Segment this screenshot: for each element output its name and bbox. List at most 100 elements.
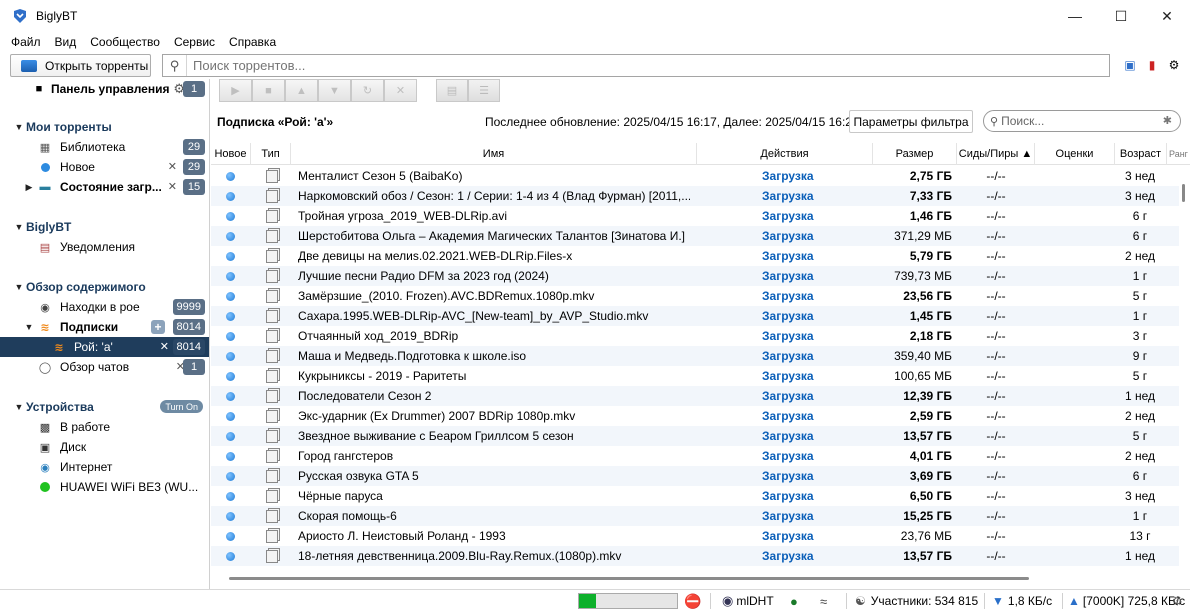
dht-status[interactable]: ◉ mlDHT [722, 590, 774, 611]
table-row[interactable]: Сахара.1995.WEB-DLRip-AVC_[New-team]_by_… [211, 306, 1179, 326]
torrent-name[interactable]: Русская озвука GTA 5 [298, 466, 690, 486]
column-rank[interactable]: Ранг [1167, 143, 1190, 165]
torrent-name[interactable]: Маша и Медведь.Подготовка к школе.iso [298, 346, 690, 366]
collapse-arrow-icon[interactable]: ▼ [14, 122, 24, 132]
torrent-name[interactable]: Звездное выживание с Беаром Гриллсом 5 с… [298, 426, 690, 446]
wifi-icon[interactable]: ≈ [820, 590, 827, 611]
torrent-name[interactable]: Отчаянный ход_2019_BDRip [298, 326, 690, 346]
table-row[interactable]: Маша и Медведь.Подготовка к школе.iso Заг… [211, 346, 1179, 366]
torrent-name[interactable]: 18-летняя девственница.2009.Blu-Ray.Remu… [298, 546, 690, 566]
download-action-link[interactable]: Загрузка [762, 226, 852, 246]
close-icon[interactable]: ✕ [168, 180, 177, 193]
turn-on-button[interactable]: Turn On [160, 400, 203, 413]
sidebar-item-chats[interactable]: ◯ Обзор чатов ✕ 1 [0, 357, 209, 377]
download-action-link[interactable]: Загрузка [762, 386, 852, 406]
scrollbar-thumb[interactable] [1182, 184, 1185, 202]
table-row[interactable]: Кукрыниксы - 2019 - Раритеты Загрузка 100,… [211, 366, 1179, 386]
status-settings-icon[interactable]: ⚙ [1172, 590, 1183, 611]
torrent-name[interactable]: Две девицы на мелиs.02.2021.WEB-DLRip.Fi… [298, 246, 690, 266]
table-row[interactable]: Лучшие песни Радио DFM за 2023 год (2024… [211, 266, 1179, 286]
download-action-link[interactable]: Загрузка [762, 286, 852, 306]
table-row[interactable]: Менталист Сезон 5 (BaibaKo) Загрузка 2,75 … [211, 166, 1179, 186]
download-action-link[interactable]: Загрузка [762, 466, 852, 486]
torrent-name[interactable]: Шерстобитова Ольга – Академия Магических… [298, 226, 690, 246]
column-seeds-peers[interactable]: Сиды/Пиры ▲ [957, 143, 1035, 165]
table-row[interactable]: Чёрные паруса Загрузка 6,50 ГБ --/-- 3 нед [211, 486, 1179, 506]
torrent-name[interactable]: Ариосто Л. Неистовый Роланд - 1993 [298, 526, 690, 546]
table-row[interactable]: 18-летняя девственница.2009.Blu-Ray.Remu… [211, 546, 1179, 566]
menu-tools[interactable]: Сервис [167, 35, 222, 49]
open-torrents-button[interactable]: Открыть торренты [10, 54, 151, 77]
table-row[interactable]: Русская озвука GTA 5 Загрузка 3,69 ГБ --/--… [211, 466, 1179, 486]
close-icon[interactable]: ✕ [160, 340, 169, 353]
torrent-name[interactable]: Наркомовский обоз / Сезон: 1 / Серии: 1-… [298, 186, 690, 206]
sidebar-item-dashboard[interactable]: ■ Панель управления ⚙ 1 [0, 79, 209, 99]
minimize-button[interactable]: — [1052, 0, 1098, 32]
view-list-icon[interactable]: ☰ [468, 79, 500, 102]
sidebar-section-biglybt[interactable]: ▼ BiglyBT [0, 217, 209, 237]
stats-icon[interactable]: ▮ [1144, 57, 1160, 73]
close-button[interactable]: ✕ [1144, 0, 1190, 32]
sidebar-item-wifi-device[interactable]: HUAWEI WiFi BE3 (WU... [0, 477, 209, 497]
table-row[interactable]: Звездное выживание с Беаром Гриллсом 5 с… [211, 426, 1179, 446]
table-row[interactable]: Замёрзшие_(2010. Frozen).AVC.BDRemux.108… [211, 286, 1179, 306]
column-type[interactable]: Тип [251, 143, 291, 165]
peers-status[interactable]: ☯ Участники: 534 815 [855, 590, 978, 611]
stop-icon[interactable]: ■ [252, 79, 285, 102]
table-row[interactable]: Тройная угроза_2019_WEB-DLRip.avi Загрузк… [211, 206, 1179, 226]
torrent-name[interactable]: Менталист Сезон 5 (BaibaKo) [298, 166, 690, 186]
menu-file[interactable]: Файл [4, 35, 48, 49]
move-down-icon[interactable]: ▼ [318, 79, 351, 102]
collapse-arrow-icon[interactable]: ▼ [14, 282, 24, 292]
clear-filter-icon[interactable]: ✱ [1163, 114, 1172, 127]
torrent-name[interactable]: Скорая помощь-6 [298, 506, 690, 526]
column-ratings[interactable]: Оценки [1035, 143, 1115, 165]
torrent-name[interactable]: Город гангстеров [298, 446, 690, 466]
torrent-name[interactable]: Чёрные паруса [298, 486, 690, 506]
torrent-name[interactable]: Тройная угроза_2019_WEB-DLRip.avi [298, 206, 690, 226]
chat-icon[interactable]: ● [790, 590, 798, 611]
torrent-name[interactable]: Сахара.1995.WEB-DLRip-AVC_[New-team]_by_… [298, 306, 690, 326]
menu-community[interactable]: Сообщество [83, 35, 167, 49]
download-speed[interactable]: ▼ 1,8 КБ/с [992, 590, 1052, 611]
torrent-name[interactable]: Кукрыниксы - 2019 - Раритеты [298, 366, 690, 386]
close-icon[interactable]: ✕ [168, 160, 177, 173]
refresh-icon[interactable]: ↻ [351, 79, 384, 102]
download-action-link[interactable]: Загрузка [762, 506, 852, 526]
download-action-link[interactable]: Загрузка [762, 246, 852, 266]
download-action-link[interactable]: Загрузка [762, 406, 852, 426]
collapse-arrow-icon[interactable]: ▼ [14, 222, 24, 232]
column-age[interactable]: Возраст [1115, 143, 1167, 165]
sidebar-section-devices[interactable]: ▼ Устройства Turn On [0, 397, 209, 417]
collapse-arrow-icon[interactable]: ▼ [24, 322, 34, 332]
menu-view[interactable]: Вид [48, 35, 84, 49]
table-row[interactable]: Ариосто Л. Неистовый Роланд - 1993 Загруз… [211, 526, 1179, 546]
sidebar-section-content[interactable]: ▼ Обзор содержимого [0, 277, 209, 297]
remove-icon[interactable]: ✕ [384, 79, 417, 102]
download-action-link[interactable]: Загрузка [762, 346, 852, 366]
torrent-name[interactable]: Замёрзшие_(2010. Frozen).AVC.BDRemux.108… [298, 286, 690, 306]
maximize-button[interactable]: ☐ [1098, 0, 1144, 32]
upload-speed[interactable]: ▲ [7000K] 725,8 КБ/с [1068, 590, 1185, 611]
menu-help[interactable]: Справка [222, 35, 283, 49]
column-actions[interactable]: Действия [697, 143, 873, 165]
sidebar-item-disk[interactable]: ▣ Диск [0, 437, 209, 457]
download-action-link[interactable]: Загрузка [762, 326, 852, 346]
sidebar-item-internet[interactable]: ◉ Интернет [0, 457, 209, 477]
torrent-name[interactable]: Последователи Сезон 2 [298, 386, 690, 406]
table-row[interactable]: Наркомовский обоз / Сезон: 1 / Серии: 1-… [211, 186, 1179, 206]
vertical-scrollbar[interactable] [1179, 166, 1190, 571]
download-action-link[interactable]: Загрузка [762, 546, 852, 566]
view-details-icon[interactable]: ▤ [436, 79, 468, 102]
sidebar-item-library[interactable]: ▦ Библиотека 29 [0, 137, 209, 157]
torrent-name[interactable]: Лучшие песни Радио DFM за 2023 год (2024… [298, 266, 690, 286]
play-icon[interactable]: ▶ [219, 79, 252, 102]
column-name[interactable]: Имя [291, 143, 697, 165]
nat-status-icon[interactable]: ⛔ [684, 590, 701, 611]
table-row[interactable]: Город гангстеров Загрузка 4,01 ГБ --/-- 2 не… [211, 446, 1179, 466]
expand-arrow-icon[interactable]: ▶ [24, 182, 34, 193]
add-subscription-icon[interactable]: + [151, 320, 165, 334]
download-action-link[interactable]: Загрузка [762, 486, 852, 506]
download-action-link[interactable]: Загрузка [762, 446, 852, 466]
table-row[interactable]: Две девицы на мелиs.02.2021.WEB-DLRip.Fi… [211, 246, 1179, 266]
